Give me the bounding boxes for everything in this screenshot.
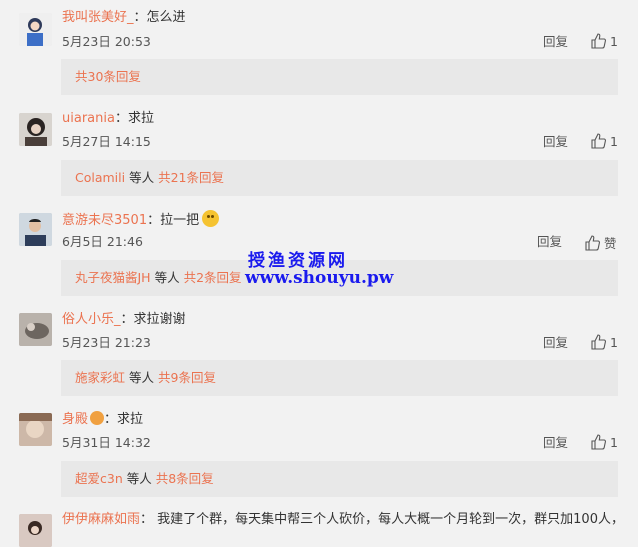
timestamp: 6月5日 21:46 — [62, 234, 143, 249]
sub-reply-user[interactable]: 超爱c3n — [75, 471, 123, 486]
comment-text: 求拉 — [117, 412, 144, 427]
timestamp: 5月23日 21:23 — [62, 335, 151, 350]
like-count: 1 — [610, 434, 618, 450]
like-button[interactable]: 1 — [590, 33, 618, 49]
colon: ： — [133, 10, 147, 25]
sub-reply-extra: 等人 — [129, 170, 155, 185]
reply-button[interactable]: 回复 — [543, 335, 568, 351]
sub-replies[interactable]: 施家彩虹 等人 共9条回复 — [61, 360, 618, 396]
comment-text: 求拉 — [127, 111, 154, 126]
avatar[interactable] — [19, 13, 52, 46]
thumbs-up-icon — [591, 33, 606, 49]
comment-text: 我建了个群，每天集中帮三个人砍价，每人大概一个月轮到一次，群只加100人， — [157, 512, 624, 527]
sub-reply-user[interactable]: 丸子夜猫酱JH — [75, 270, 151, 285]
timestamp: 5月23日 20:53 — [62, 34, 151, 49]
avatar[interactable] — [19, 413, 52, 446]
sub-replies[interactable]: Colamili 等人 共21条回复 — [61, 160, 618, 196]
comment-text: 怎么进 — [146, 10, 186, 25]
colon: ： — [114, 111, 128, 126]
sub-replies[interactable]: 超爱c3n 等人 共8条回复 — [61, 461, 618, 497]
avatar[interactable] — [19, 113, 52, 146]
sub-replies[interactable]: 共30条回复 — [61, 59, 618, 95]
more-replies-link[interactable]: 共9条回复 — [158, 370, 216, 385]
avatar[interactable] — [19, 313, 52, 346]
reply-button[interactable]: 回复 — [537, 234, 562, 250]
more-replies-link[interactable]: 共2条回复 — [184, 270, 242, 285]
more-replies-link[interactable]: 共8条回复 — [156, 471, 214, 486]
thumbs-up-icon — [591, 434, 606, 450]
sub-reply-user[interactable]: 施家彩虹 — [75, 370, 125, 385]
watermark-url: www.shouyu.pw — [245, 268, 394, 288]
username[interactable]: 意游未尽3501 — [62, 213, 147, 228]
sub-reply-extra: 等人 — [129, 370, 155, 385]
comment-text: 求拉谢谢 — [133, 312, 186, 327]
colon: ： — [120, 312, 134, 327]
username[interactable]: 身殿 — [62, 412, 88, 427]
vip-badge-icon — [90, 411, 105, 425]
more-replies-link[interactable]: 共21条回复 — [158, 170, 224, 185]
like-button[interactable]: 赞 — [584, 233, 617, 252]
colon: ： — [140, 512, 158, 527]
like-count: 1 — [610, 334, 618, 350]
username[interactable]: 俗人小乐_ — [62, 312, 121, 327]
reply-button[interactable]: 回复 — [543, 34, 568, 50]
like-button[interactable]: 1 — [590, 434, 618, 450]
thumbs-up-icon — [591, 133, 606, 149]
sub-reply-user[interactable]: Colamili — [75, 170, 125, 185]
reply-button[interactable]: 回复 — [543, 435, 568, 451]
like-button[interactable]: 1 — [590, 133, 618, 149]
smile-emoji-icon — [202, 210, 220, 227]
comment-text: 拉一把 — [160, 213, 200, 228]
colon: ： — [147, 213, 161, 228]
colon: ： — [104, 412, 118, 427]
like-count: 1 — [610, 33, 618, 49]
like-button[interactable]: 1 — [590, 334, 618, 350]
more-replies-link[interactable]: 共30条回复 — [75, 69, 141, 84]
reply-button[interactable]: 回复 — [543, 134, 568, 150]
timestamp: 5月31日 14:32 — [62, 435, 151, 450]
like-count: 1 — [610, 133, 618, 149]
timestamp: 5月27日 14:15 — [62, 134, 151, 149]
sub-reply-extra: 等人 — [154, 270, 180, 285]
avatar[interactable] — [19, 213, 52, 246]
username[interactable]: uiarania — [62, 111, 115, 126]
username[interactable]: 伊伊麻麻如雨 — [62, 512, 140, 527]
username[interactable]: 我叫张美好_ — [62, 10, 134, 25]
sub-reply-extra: 等人 — [126, 471, 152, 486]
avatar[interactable] — [19, 514, 52, 547]
like-count: 赞 — [604, 236, 617, 251]
thumbs-up-icon — [585, 234, 600, 251]
thumbs-up-icon — [591, 334, 606, 350]
